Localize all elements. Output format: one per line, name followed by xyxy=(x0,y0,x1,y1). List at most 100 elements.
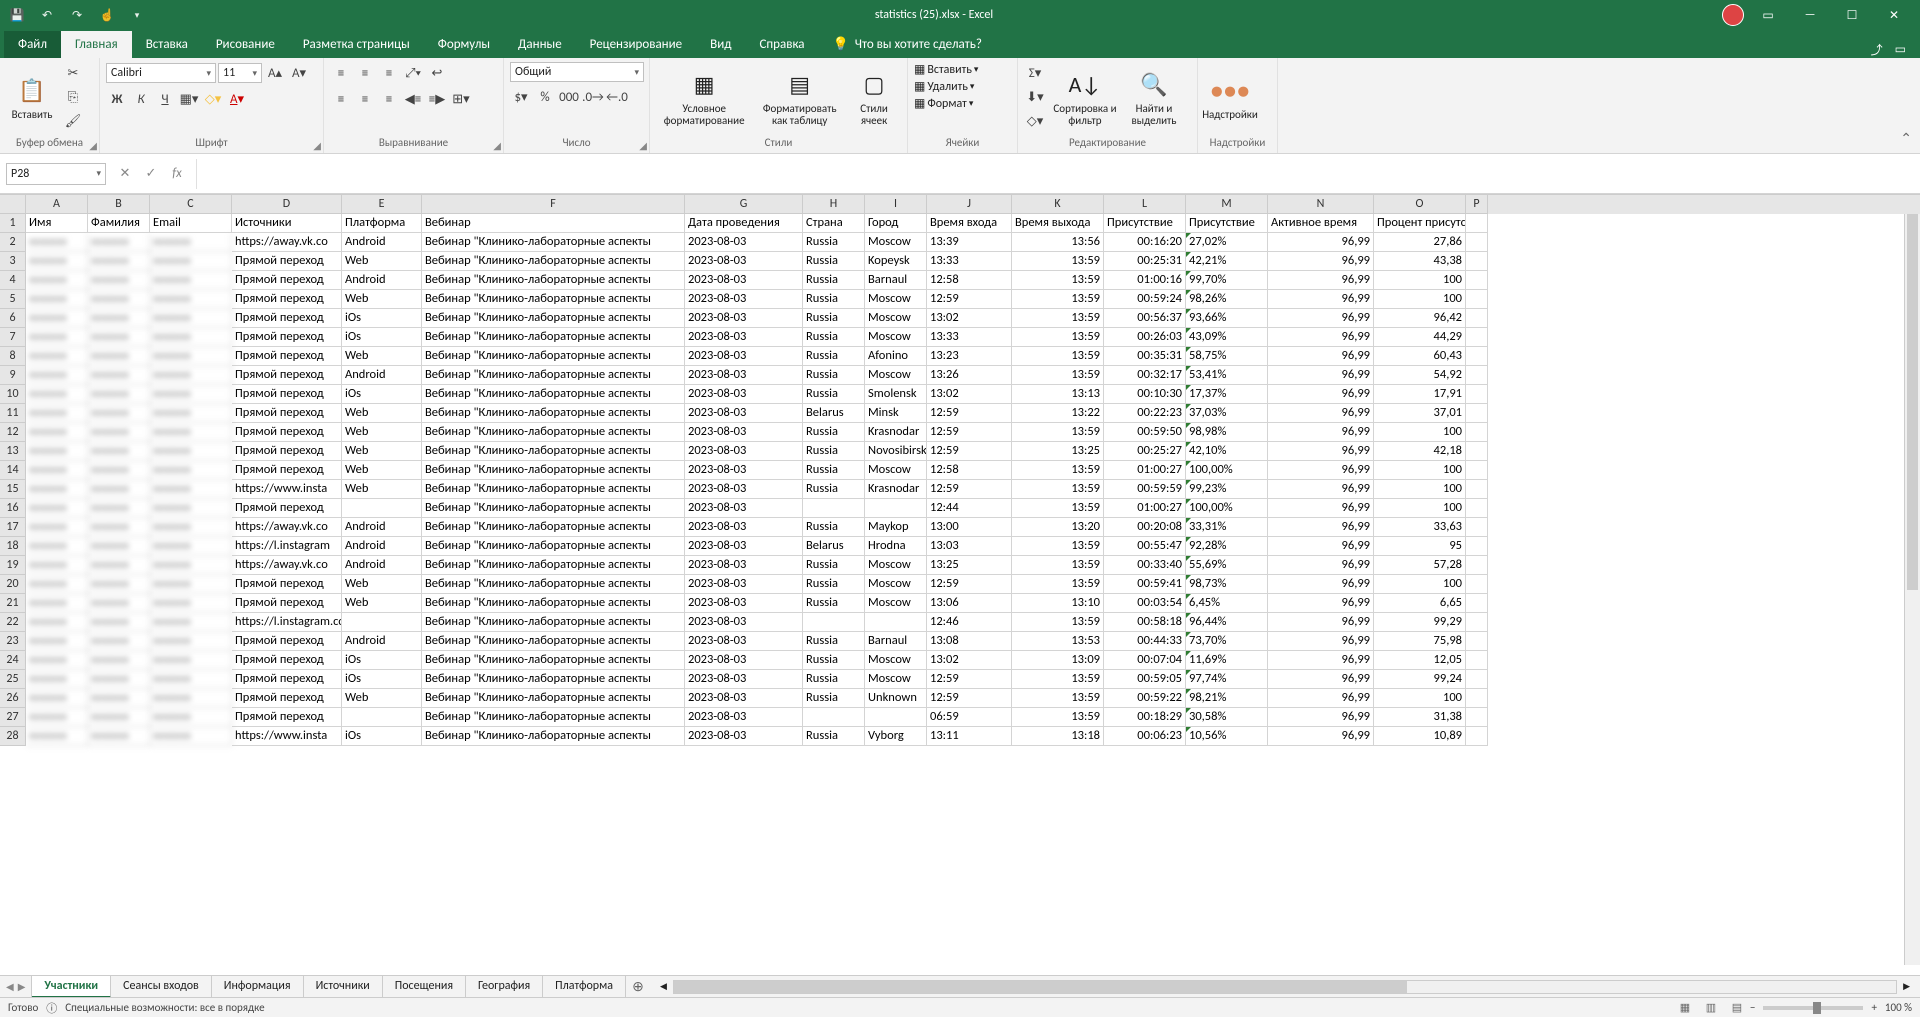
cell[interactable]: Время входа xyxy=(927,214,1012,233)
cell[interactable]: Прямой переход xyxy=(232,689,342,708)
cell[interactable]: 96,99 xyxy=(1268,594,1374,613)
cell[interactable]: Прямой переход xyxy=(232,309,342,328)
cell[interactable]: 2023-08-03 xyxy=(685,271,803,290)
cell[interactable]: Прямой переход xyxy=(232,651,342,670)
comments-icon[interactable]: ▭ xyxy=(1895,42,1906,57)
clipboard-dialog-launcher[interactable]: ◢ xyxy=(89,139,97,152)
cell[interactable]: Прямой переход xyxy=(232,290,342,309)
cell[interactable]: 13:33 xyxy=(927,252,1012,271)
cell[interactable] xyxy=(26,442,88,461)
cell[interactable]: 01:00:27 xyxy=(1104,499,1186,518)
increase-font-icon[interactable]: A▴ xyxy=(264,62,286,84)
cell[interactable]: 95 xyxy=(1374,537,1466,556)
cell[interactable]: 2023-08-03 xyxy=(685,727,803,746)
normal-view-icon[interactable]: ▦ xyxy=(1673,1000,1697,1016)
clear-icon[interactable]: ◇▾ xyxy=(1024,110,1046,132)
copy-icon[interactable]: ⎘ xyxy=(62,86,84,108)
row-header[interactable]: 18 xyxy=(0,537,26,556)
close-icon[interactable]: ✕ xyxy=(1876,2,1912,28)
cell[interactable] xyxy=(88,385,150,404)
cell[interactable]: Прямой переход xyxy=(232,252,342,271)
cell[interactable] xyxy=(26,613,88,632)
cell[interactable]: 96,99 xyxy=(1268,461,1374,480)
cell[interactable]: 96,99 xyxy=(1268,575,1374,594)
cell[interactable] xyxy=(88,708,150,727)
column-header[interactable]: M xyxy=(1186,195,1268,214)
cell[interactable]: Moscow xyxy=(865,461,927,480)
cell[interactable] xyxy=(150,290,232,309)
cell[interactable]: Вебинар "Клинико-лабораторные аспекты xyxy=(422,461,685,480)
cell[interactable]: 2023-08-03 xyxy=(685,385,803,404)
cell[interactable]: 12:59 xyxy=(927,423,1012,442)
maximize-icon[interactable]: ☐ xyxy=(1834,2,1870,28)
align-middle-icon[interactable]: ≡ xyxy=(354,62,376,84)
cell[interactable]: Город xyxy=(865,214,927,233)
cell[interactable] xyxy=(26,556,88,575)
cell[interactable]: Android xyxy=(342,556,422,575)
row-header[interactable]: 11 xyxy=(0,404,26,423)
cell[interactable] xyxy=(1466,252,1488,271)
cell[interactable]: 00:59:05 xyxy=(1104,670,1186,689)
cell[interactable] xyxy=(88,461,150,480)
cell[interactable]: 96,99 xyxy=(1268,480,1374,499)
cell[interactable]: 13:59 xyxy=(1012,328,1104,347)
cell[interactable]: Moscow xyxy=(865,556,927,575)
cell[interactable]: Hrodna xyxy=(865,537,927,556)
column-header[interactable]: A xyxy=(26,195,88,214)
cell[interactable]: Прямой переход xyxy=(232,423,342,442)
cell[interactable]: Вебинар "Клинико-лабораторные аспекты xyxy=(422,670,685,689)
cell[interactable]: 96,99 xyxy=(1268,404,1374,423)
cell[interactable]: 00:32:17 xyxy=(1104,366,1186,385)
cancel-formula-icon[interactable]: ✕ xyxy=(114,163,136,185)
cell[interactable]: Вебинар "Клинико-лабораторные аспекты xyxy=(422,537,685,556)
cell[interactable]: 96,99 xyxy=(1268,727,1374,746)
cell[interactable]: 96,99 xyxy=(1268,252,1374,271)
cell[interactable]: Russia xyxy=(803,594,865,613)
cell[interactable] xyxy=(150,233,232,252)
cell[interactable]: Вебинар "Клинико-лабораторные аспекты xyxy=(422,518,685,537)
cell[interactable] xyxy=(150,252,232,271)
cell[interactable]: 13:59 xyxy=(1012,461,1104,480)
cell[interactable] xyxy=(150,537,232,556)
cell[interactable]: 12:46 xyxy=(927,613,1012,632)
cell[interactable] xyxy=(88,309,150,328)
cell[interactable] xyxy=(1466,461,1488,480)
cell[interactable]: 2023-08-03 xyxy=(685,670,803,689)
row-header[interactable]: 17 xyxy=(0,518,26,537)
cell[interactable]: 12:59 xyxy=(927,575,1012,594)
user-avatar[interactable] xyxy=(1722,4,1744,26)
row-header[interactable]: 15 xyxy=(0,480,26,499)
column-header[interactable]: C xyxy=(150,195,232,214)
cell[interactable]: 00:22:23 xyxy=(1104,404,1186,423)
font-size-combo[interactable]: 11▾ xyxy=(218,63,262,83)
cell[interactable]: 13:59 xyxy=(1012,499,1104,518)
sheet-nav-first-icon[interactable]: ◀ xyxy=(6,980,14,993)
tab-pagelayout[interactable]: Разметка страницы xyxy=(289,31,424,58)
cell[interactable]: Присутствие xyxy=(1186,214,1268,233)
cell[interactable] xyxy=(26,499,88,518)
cell[interactable]: 00:25:27 xyxy=(1104,442,1186,461)
cell[interactable]: 96,99 xyxy=(1268,385,1374,404)
cell[interactable]: Прямой переход xyxy=(232,442,342,461)
cell[interactable]: iOs xyxy=(342,727,422,746)
cell[interactable]: 10,56% xyxy=(1186,727,1268,746)
cell[interactable]: Процент присутст xyxy=(1374,214,1466,233)
cell[interactable]: 13:09 xyxy=(1012,651,1104,670)
cell[interactable] xyxy=(1466,442,1488,461)
sheet-tab[interactable]: Информация xyxy=(212,976,304,998)
currency-icon[interactable]: $▾ xyxy=(510,86,532,108)
cell[interactable]: 01:00:16 xyxy=(1104,271,1186,290)
cell[interactable] xyxy=(88,613,150,632)
cell[interactable] xyxy=(1466,575,1488,594)
cell[interactable]: 13:23 xyxy=(927,347,1012,366)
addins-button[interactable]: ●●●Надстройки xyxy=(1204,62,1256,134)
sheet-tab[interactable]: Сеансы входов xyxy=(111,976,212,998)
spreadsheet-grid[interactable]: ABCDEFGHIJKLMNOP 1ИмяФамилияEmailИсточни… xyxy=(0,194,1920,987)
fill-color-icon[interactable]: ◇▾ xyxy=(202,88,224,110)
cell[interactable]: 13:59 xyxy=(1012,347,1104,366)
cell[interactable]: 00:03:54 xyxy=(1104,594,1186,613)
column-header[interactable]: E xyxy=(342,195,422,214)
number-format-combo[interactable]: Общий▾ xyxy=(510,62,644,82)
cell[interactable]: 33,31% xyxy=(1186,518,1268,537)
cell[interactable]: 31,38 xyxy=(1374,708,1466,727)
